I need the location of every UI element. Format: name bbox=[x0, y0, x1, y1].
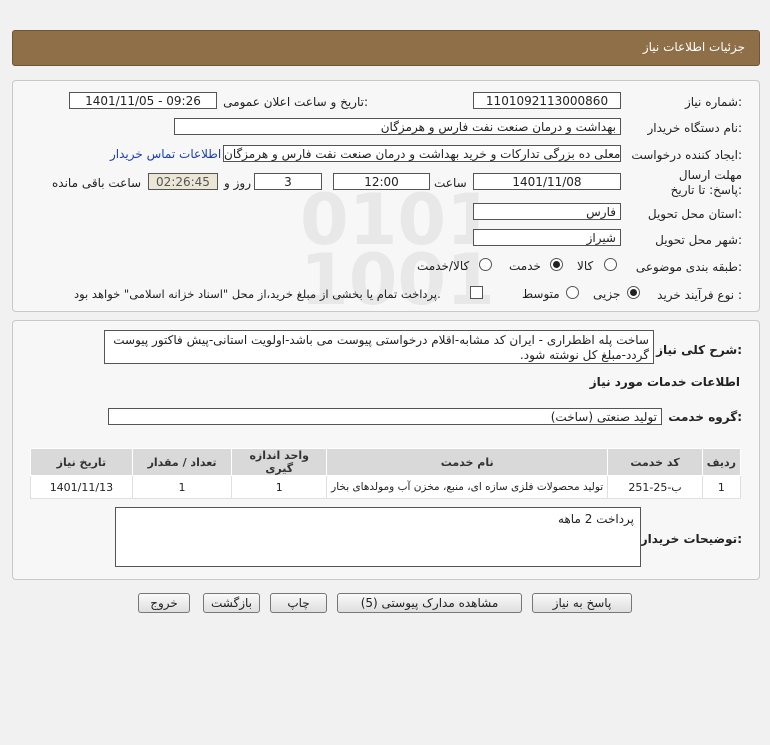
col-service-name: نام خدمت bbox=[326, 448, 609, 476]
col-row-number: ردیف bbox=[701, 448, 742, 476]
buyer-org-label: نام دستگاه خریدار: bbox=[647, 121, 743, 135]
announce-field: 1401/11/05 - 09:26 bbox=[69, 92, 217, 109]
deadline-label: مهلت ارسال پاسخ: تا تاریخ: bbox=[670, 168, 742, 197]
table-row: 1 ب-25-251 تولید محصولات فلزی سازه ای، م… bbox=[30, 475, 742, 499]
table-header-row: ردیف کد خدمت نام خدمت واحد اندازه گیری ت… bbox=[30, 448, 742, 476]
need-number-label: شماره نیاز: bbox=[684, 95, 742, 109]
service-group-field: تولید صنعتی (ساخت) bbox=[108, 408, 662, 425]
print-button[interactable]: چاپ bbox=[270, 593, 327, 613]
buyer-contact-link[interactable]: اطلاعات تماس خریدار bbox=[110, 147, 221, 161]
process-option-minor: جزیی bbox=[593, 287, 621, 301]
need-number-field: 1101092113000860 bbox=[473, 92, 621, 109]
deadline-time-field: 12:00 bbox=[333, 173, 430, 190]
col-service-code: کد خدمت bbox=[607, 448, 703, 476]
category-radio-goods[interactable] bbox=[604, 258, 617, 271]
info-panel bbox=[12, 80, 760, 312]
cell-service-name: تولید محصولات فلزی سازه ای، منبع، مخزن آ… bbox=[326, 475, 609, 499]
buyer-notes-box: پرداخت 2 ماهه bbox=[115, 507, 641, 567]
view-attachments-button[interactable]: مشاهده مدارک پیوستی (5) bbox=[337, 593, 522, 613]
province-field: فارس bbox=[473, 203, 621, 220]
category-radio-service[interactable] bbox=[550, 258, 563, 271]
city-label: شهر محل تحویل: bbox=[655, 233, 742, 247]
cell-need-date: 1401/11/13 bbox=[30, 475, 133, 499]
cell-service-code: ب-25-251 bbox=[607, 475, 703, 499]
description-label: شرح کلی نیاز: bbox=[656, 343, 742, 357]
requester-label: ایجاد کننده درخواست: bbox=[631, 148, 742, 162]
process-option-medium: متوسط bbox=[522, 287, 560, 301]
category-option-goods: کالا bbox=[577, 259, 594, 273]
category-option-goods-service: کالا/خدمت bbox=[417, 259, 470, 273]
remaining-time-field: 02:26:45 bbox=[148, 173, 218, 190]
buyer-org-field: بهداشت و درمان صنعت نفت فارس و هرمزگان bbox=[174, 118, 621, 135]
description-box: ساخت پله اظطراری - ایران کد مشابه-اقلام … bbox=[104, 330, 654, 364]
province-label: استان محل تحویل: bbox=[647, 207, 742, 221]
process-radio-medium[interactable] bbox=[566, 286, 579, 299]
remaining-time-label: ساعت باقی مانده bbox=[52, 176, 142, 190]
page-title: جزئیات اطلاعات نیاز bbox=[642, 40, 745, 54]
days-remaining-field: 3 bbox=[254, 173, 322, 190]
cell-row-number: 1 bbox=[701, 475, 742, 499]
services-section-title: اطلاعات خدمات مورد نیاز bbox=[589, 375, 740, 389]
deadline-time-label: ساعت bbox=[434, 176, 467, 190]
treasury-checkbox-label: پرداخت تمام یا بخشی از مبلغ خرید،از محل … bbox=[74, 287, 441, 301]
cell-unit: 1 bbox=[231, 475, 328, 499]
process-label: نوع فرآیند خرید : bbox=[657, 288, 742, 302]
buyer-notes-label: توضیحات خریدار: bbox=[640, 532, 742, 546]
col-quantity: تعداد / مقدار bbox=[131, 448, 233, 476]
process-radio-minor[interactable] bbox=[627, 286, 640, 299]
days-label: روز و bbox=[224, 176, 251, 190]
service-group-label: گروه خدمت: bbox=[668, 410, 742, 424]
category-option-service: خدمت bbox=[509, 259, 541, 273]
treasury-checkbox[interactable] bbox=[470, 286, 483, 299]
col-unit: واحد اندازه گیری bbox=[231, 448, 328, 476]
category-label: طبقه بندی موضوعی: bbox=[635, 260, 742, 274]
announce-label: تاریخ و ساعت اعلان عمومی: bbox=[223, 95, 368, 109]
col-need-date: تاریخ نیاز bbox=[30, 448, 133, 476]
requester-field: غلامعلی ده بزرگی تدارکات و خرید بهداشت و… bbox=[223, 145, 621, 162]
deadline-date-field: 1401/11/08 bbox=[473, 173, 621, 190]
city-field: شیراز bbox=[473, 229, 621, 246]
exit-button[interactable]: خروج bbox=[138, 593, 190, 613]
page-header: جزئیات اطلاعات نیاز bbox=[12, 30, 760, 66]
services-table: ردیف کد خدمت نام خدمت واحد اندازه گیری ت… bbox=[30, 448, 742, 499]
category-radio-goods-service[interactable] bbox=[479, 258, 492, 271]
cell-quantity: 1 bbox=[131, 475, 233, 499]
reply-button[interactable]: پاسخ به نیاز bbox=[532, 593, 632, 613]
back-button[interactable]: بازگشت bbox=[203, 593, 260, 613]
